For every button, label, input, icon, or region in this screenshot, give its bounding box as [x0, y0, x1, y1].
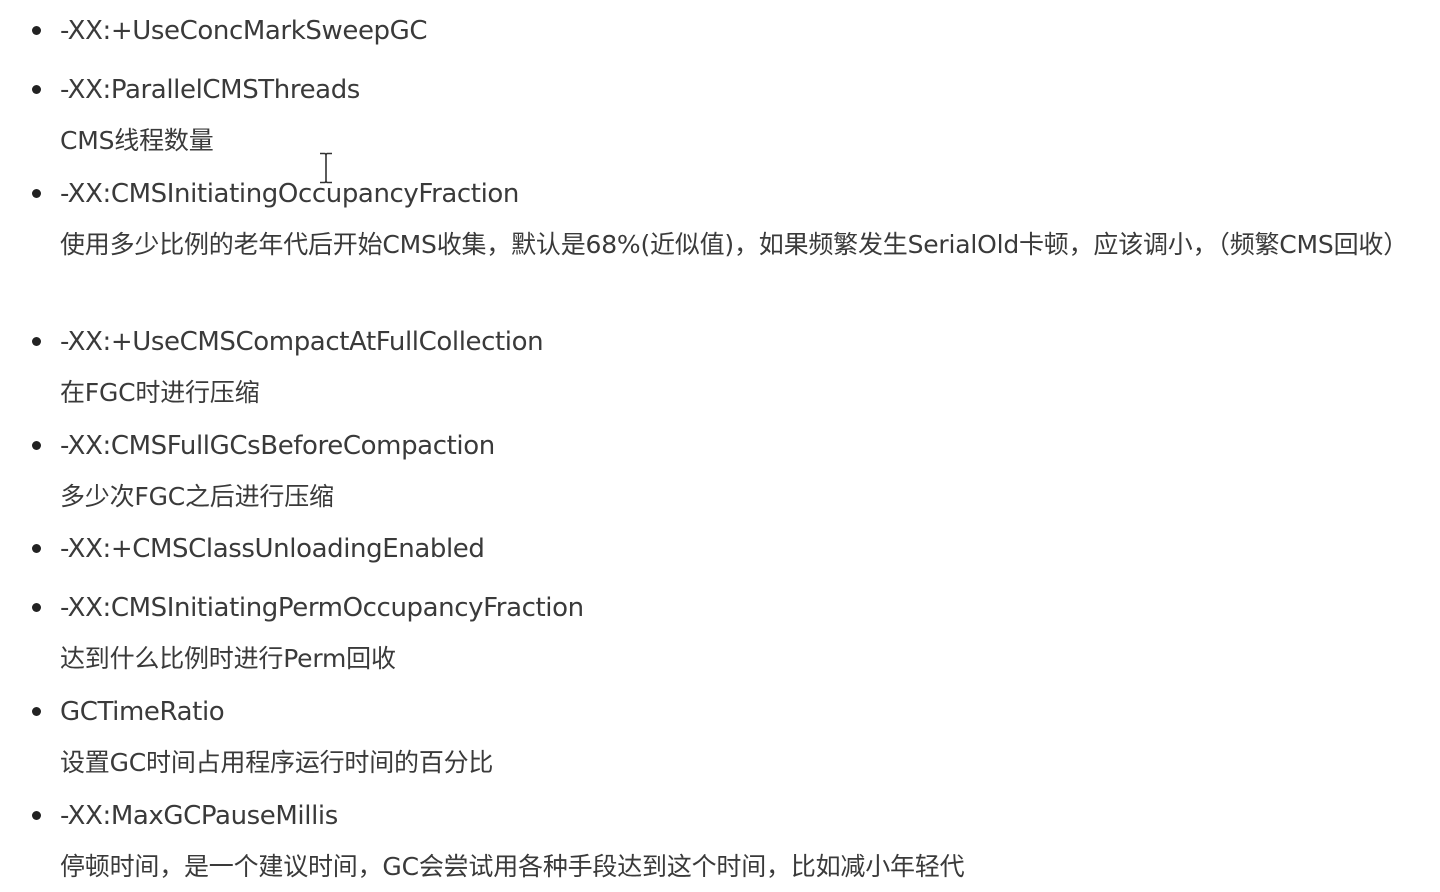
- bullet-icon: [32, 707, 41, 716]
- bullet-icon: [32, 544, 41, 553]
- option-name: -XX:+UseConcMarkSweepGC: [60, 16, 428, 46]
- bullet-icon: [32, 189, 41, 198]
- bullet-icon: [32, 811, 41, 820]
- option-name: -XX:MaxGCPauseMillis: [60, 801, 338, 831]
- option-description: 在FGC时进行压缩: [60, 378, 260, 407]
- list-item: -XX:+CMSClassUnloadingEnabled: [32, 532, 1416, 566]
- bullet-icon: [32, 85, 41, 94]
- option-name: -XX:+CMSClassUnloadingEnabled: [60, 534, 485, 564]
- list-item: -XX:CMSInitiatingOccupancyFraction 使用多少比…: [32, 177, 1416, 267]
- list-item: -XX:CMSInitiatingPermOccupancyFraction 达…: [32, 591, 1416, 681]
- option-description: CMS线程数量: [60, 126, 214, 155]
- option-name: -XX:+UseCMSCompactAtFullCollection: [60, 327, 544, 357]
- option-description: 多少次FGC之后进行压缩: [60, 482, 334, 511]
- option-name: -XX:CMSFullGCsBeforeCompaction: [60, 431, 495, 461]
- option-description: 使用多少比例的老年代后开始CMS收集，默认是68%(近似值)，如果频繁发生Ser…: [60, 230, 1408, 259]
- bullet-icon: [32, 603, 41, 612]
- list-item: -XX:ParallelCMSThreads CMS线程数量: [32, 73, 1416, 163]
- list-item: -XX:+UseCMSCompactAtFullCollection 在FGC时…: [32, 325, 1416, 415]
- list-item: GCTimeRatio 设置GC时间占用程序运行时间的百分比: [32, 695, 1416, 785]
- bullet-icon: [32, 441, 41, 450]
- list-item: -XX:+UseConcMarkSweepGC: [32, 14, 1416, 48]
- list-item: -XX:CMSFullGCsBeforeCompaction 多少次FGC之后进…: [32, 429, 1416, 519]
- option-name: GCTimeRatio: [60, 697, 225, 727]
- option-name: -XX:ParallelCMSThreads: [60, 75, 360, 105]
- text-cursor-icon: [320, 152, 332, 184]
- bullet-icon: [32, 337, 41, 346]
- option-description: 停顿时间，是一个建议时间，GC会尝试用各种手段达到这个时间，比如减小年轻代: [60, 852, 965, 881]
- option-description: 设置GC时间占用程序运行时间的百分比: [60, 748, 494, 777]
- option-description: 达到什么比例时进行Perm回收: [60, 644, 396, 673]
- option-name: -XX:CMSInitiatingOccupancyFraction: [60, 179, 519, 209]
- list-item: -XX:MaxGCPauseMillis 停顿时间，是一个建议时间，GC会尝试用…: [32, 799, 1416, 889]
- bullet-icon: [32, 26, 41, 35]
- option-name: -XX:CMSInitiatingPermOccupancyFraction: [60, 593, 584, 623]
